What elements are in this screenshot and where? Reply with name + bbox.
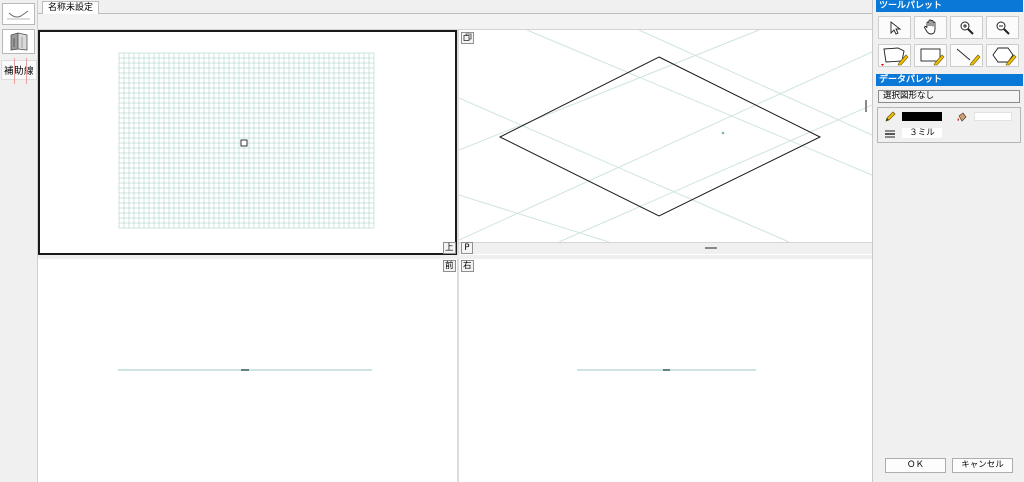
attribute-box: ３ミル [877, 107, 1021, 143]
fill-color-swatch[interactable] [974, 112, 1012, 121]
ok-button[interactable]: ＯＫ [885, 458, 946, 473]
zoom-in-icon [960, 21, 974, 35]
3d-view-button[interactable] [2, 29, 35, 54]
right-view-label[interactable]: 右 [461, 260, 474, 272]
perspective-view[interactable] [459, 30, 872, 242]
origin-marker [240, 139, 248, 147]
polygon-draw-icon [880, 47, 908, 66]
line-weight-icon [885, 130, 895, 138]
right-view-drawing [577, 369, 756, 371]
canvas-area: 上 前 P 右 [38, 30, 872, 482]
aux-line-button[interactable]: 補助線 [1, 58, 37, 84]
perspective-view-label[interactable]: P [461, 242, 473, 254]
select-tool-button[interactable] [878, 16, 911, 39]
origin-marker [721, 131, 725, 135]
document-tab[interactable]: 名称未設定 [42, 1, 100, 14]
right-panel: ツールパレット データパレット 選択図形なし ３ミル ＯＫ キャンセル [872, 0, 1024, 482]
hexagon-tool-button[interactable] [986, 44, 1019, 67]
perspective-scrollbar[interactable] [459, 242, 872, 254]
pencil-icon [885, 111, 896, 122]
aux-line-label: 補助線 [3, 66, 34, 77]
curve-tool-button[interactable] [2, 3, 35, 25]
cancel-button[interactable]: キャンセル [952, 458, 1013, 473]
hand-pan-icon [923, 19, 935, 35]
line-draw-icon [956, 48, 980, 66]
top-view[interactable] [38, 30, 457, 255]
line-color-swatch[interactable] [902, 112, 942, 121]
top-view-grid [118, 52, 375, 229]
cube-view-icon [10, 32, 28, 51]
window-restore-icon[interactable] [461, 32, 474, 44]
zoom-out-icon [996, 21, 1010, 35]
vertical-scroll-grip[interactable] [865, 100, 867, 112]
hexagon-draw-icon [991, 47, 1016, 66]
front-view-drawing [118, 369, 372, 371]
front-view[interactable] [38, 259, 457, 482]
data-palette-title: データパレット [876, 74, 1023, 86]
pan-tool-button[interactable] [914, 16, 947, 39]
selection-status: 選択図形なし [878, 90, 1020, 103]
rectangle-tool-button[interactable] [914, 44, 947, 67]
select-arrow-icon [890, 20, 901, 35]
line-weight-value[interactable]: ３ミル [902, 128, 942, 138]
tool-palette-title: ツールパレット [876, 0, 1023, 12]
rectangle-draw-icon [920, 48, 944, 66]
line-tool-button[interactable] [950, 44, 983, 67]
secondary-toolbar [38, 14, 872, 30]
horizontal-view-divider[interactable] [38, 255, 872, 259]
zoom-out-button[interactable] [986, 16, 1019, 39]
top-view-label[interactable]: 上 [443, 242, 456, 254]
document-tab-bar: 名称未設定 [38, 0, 872, 14]
right-view[interactable] [459, 259, 872, 482]
document-tab-title: 名称未設定 [48, 3, 94, 13]
left-toolbar: 補助線 [0, 0, 38, 482]
curve-icon [7, 10, 30, 20]
scrollbar-grip[interactable] [705, 247, 717, 249]
front-view-label[interactable]: 前 [443, 260, 456, 272]
paint-bucket-icon [957, 112, 967, 122]
selection-status-text: 選択図形なし [883, 91, 935, 101]
polygon-tool-button[interactable] [878, 44, 911, 67]
perspective-drawing [459, 30, 872, 242]
zoom-in-button[interactable] [950, 16, 983, 39]
